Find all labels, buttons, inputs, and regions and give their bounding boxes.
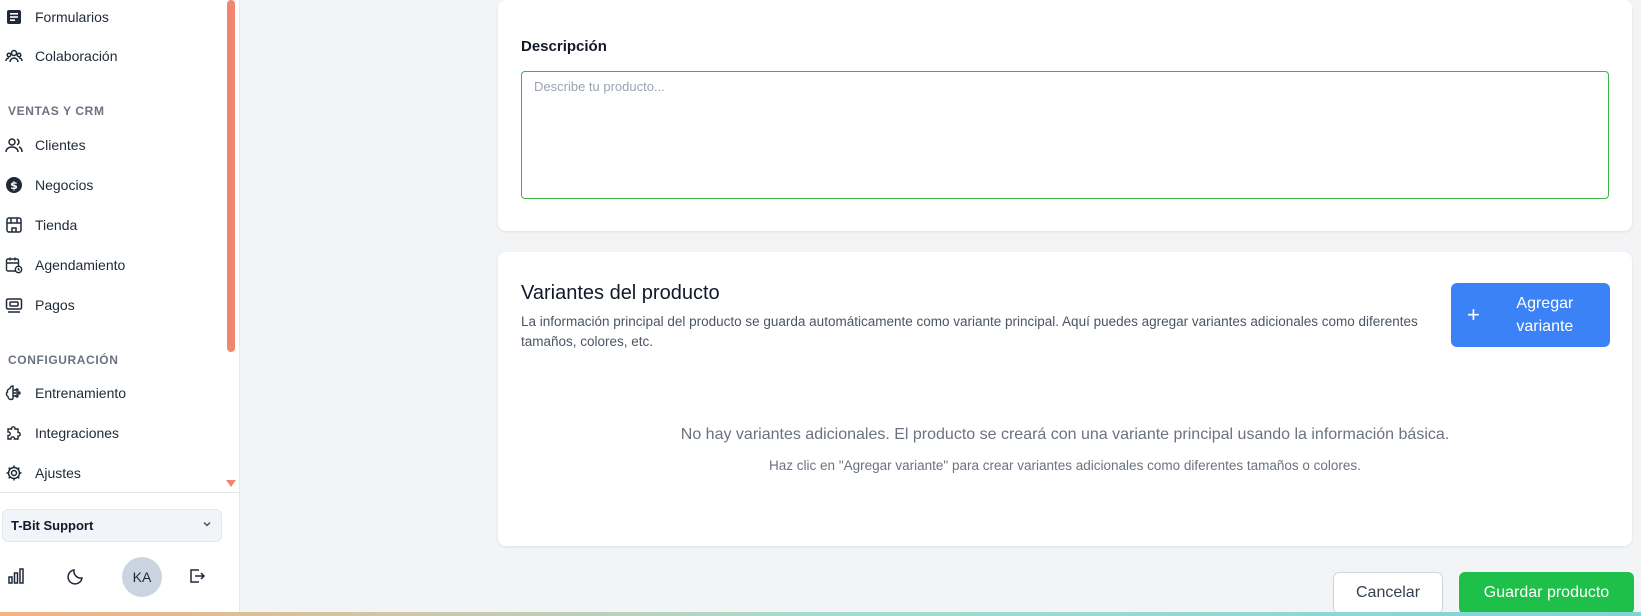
payment-icon — [3, 294, 25, 316]
logout-icon[interactable] — [185, 564, 209, 588]
empty-state-message: No hay variantes adicionales. El product… — [680, 426, 1450, 443]
dark-mode-moon-icon[interactable] — [64, 564, 88, 588]
workspace-selector[interactable]: T-Bit Support — [2, 509, 222, 542]
sidebar-item-label: Agendamiento — [35, 257, 126, 273]
svg-text:$: $ — [10, 179, 18, 192]
sidebar: Formularios Colaboración VENTAS Y CRM Cl… — [0, 0, 240, 612]
description-textarea[interactable] — [521, 71, 1609, 199]
add-variant-button[interactable]: + Agregar variante — [1451, 283, 1610, 347]
variants-title: Variantes del producto — [521, 282, 720, 304]
sidebar-item-agendamiento[interactable]: Agendamiento — [0, 250, 220, 280]
sidebar-item-pagos[interactable]: Pagos — [0, 290, 220, 320]
scroll-down-icon[interactable] — [226, 480, 236, 487]
sidebar-item-label: Integraciones — [35, 425, 120, 441]
sidebar-item-label: Pagos — [35, 297, 75, 313]
bottom-accent-line — [0, 612, 1641, 616]
chevron-down-icon — [201, 517, 213, 535]
section-title-configuracion: CONFIGURACIÓN — [8, 353, 119, 367]
store-icon — [3, 214, 25, 236]
sidebar-item-label: Formularios — [35, 9, 109, 25]
sidebar-item-formularios[interactable]: Formularios — [0, 2, 220, 32]
sidebar-item-label: Entrenamiento — [35, 385, 127, 401]
sidebar-item-negocios[interactable]: $ Negocios — [0, 170, 220, 200]
sidebar-item-colaboracion[interactable]: Colaboración — [0, 41, 220, 71]
sidebar-item-tienda[interactable]: Tienda — [0, 210, 220, 240]
sidebar-item-label: Clientes — [35, 137, 86, 153]
sidebar-item-label: Tienda — [35, 217, 78, 233]
dollar-icon: $ — [3, 174, 25, 196]
description-label: Descripción — [521, 38, 607, 55]
puzzle-icon — [3, 422, 25, 444]
sidebar-item-entrenamiento[interactable]: Entrenamiento — [0, 378, 220, 408]
team-icon — [3, 45, 25, 67]
sidebar-item-integraciones[interactable]: Integraciones — [0, 418, 220, 448]
calendar-icon — [3, 254, 25, 276]
sidebar-scrollbar[interactable] — [227, 0, 235, 352]
sidebar-item-clientes[interactable]: Clientes — [0, 130, 220, 160]
sidebar-item-ajustes[interactable]: Ajustes — [0, 458, 220, 488]
variants-info: La información principal del producto se… — [521, 314, 1418, 349]
save-product-button[interactable]: Guardar producto — [1459, 572, 1634, 614]
section-title-ventas: VENTAS Y CRM — [8, 104, 105, 118]
brain-icon — [3, 382, 25, 404]
sidebar-item-label: Ajustes — [35, 465, 81, 481]
divider — [0, 492, 239, 493]
add-variant-label: Agregar variante — [1516, 295, 1574, 335]
gear-icon — [3, 462, 25, 484]
form-icon — [3, 6, 25, 28]
plus-icon: + — [1467, 302, 1480, 327]
sidebar-item-label: Negocios — [35, 177, 94, 193]
cancel-button[interactable]: Cancelar — [1333, 572, 1443, 614]
sidebar-item-label: Colaboración — [35, 48, 118, 64]
avatar[interactable]: KA — [122, 557, 162, 597]
analytics-icon[interactable] — [4, 564, 28, 588]
workspace-name: T-Bit Support — [11, 518, 94, 533]
empty-state-hint: Haz clic en "Agregar variante" para crea… — [769, 458, 1361, 473]
users-icon — [3, 134, 25, 156]
